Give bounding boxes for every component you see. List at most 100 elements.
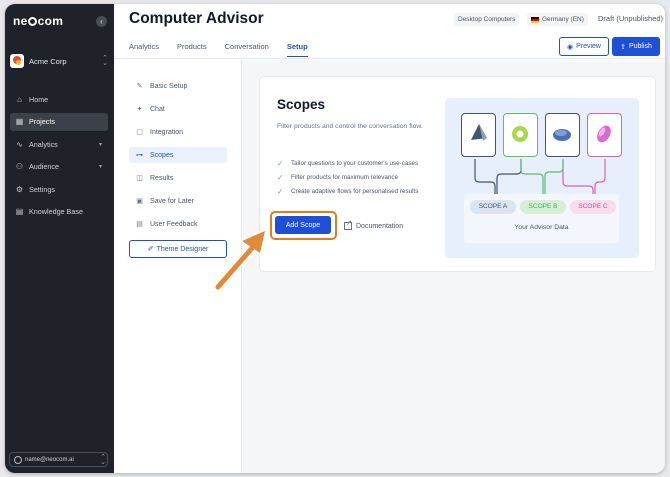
neocom-logo[interactable]: ne com <box>13 14 63 28</box>
subnav-item-label: Scopes <box>150 151 174 159</box>
sidebar-item-settings[interactable]: ⚙ Settings <box>10 180 108 198</box>
sidebar-item-projects[interactable]: ▦ Projects <box>10 112 108 131</box>
product-card-disc <box>545 113 580 157</box>
sidebar-item-label: Settings <box>29 184 55 194</box>
user-email: name@neocom.ai <box>25 456 74 463</box>
org-avatar <box>10 54 24 68</box>
publish-button[interactable]: ⇪ Publish <box>612 37 660 56</box>
sidebar-item-label: Home <box>29 94 49 104</box>
sidebar-item-home[interactable]: ⌂ Home <box>10 90 108 108</box>
subnav-item-results[interactable]: ◫ Results <box>129 170 227 186</box>
main-content: ✎ Basic Setup ✦ Chat ▢ Integration ⊶ Sco… <box>114 60 665 473</box>
tab-products[interactable]: Products <box>177 42 207 57</box>
tab-setup[interactable]: Setup <box>286 42 308 57</box>
language-tag: Germany (EN) <box>527 13 588 26</box>
benefit-text: Create adaptive flows for personalised r… <box>291 188 419 196</box>
benefit-text: Tailor questions to your customer's use-… <box>291 159 419 167</box>
add-scope-highlight: Add Scope <box>270 211 337 240</box>
org-switcher[interactable]: Acme Corp ⌃ ⌄ <box>10 51 109 71</box>
check-icon: ✓ <box>277 187 284 197</box>
updown-chevron-icon: ⌃ ⌄ <box>102 55 108 67</box>
gear-icon: ⚙ <box>15 184 24 194</box>
logo-prefix: ne <box>13 14 28 28</box>
home-icon: ⌂ <box>17 94 22 104</box>
advisor-data-label: Your Advisor Data <box>514 224 569 231</box>
chevron-left-icon: ‹ <box>100 17 103 26</box>
subnav-item-save-for-later[interactable]: ▣ Save for Later <box>129 193 227 209</box>
benefit-item: ✓ Create adaptive flows for personalised… <box>277 187 418 197</box>
scopes-title: Scopes <box>277 97 326 112</box>
project-tabs: Analytics Products Conversation Setup <box>129 42 326 57</box>
app-window: ne com ‹ Acme Corp ⌃ ⌄ ⌂ Home ▦ Projects ∿… <box>5 4 665 473</box>
save-icon: ▣ <box>136 198 143 205</box>
scope-c-pill: SCOPE C <box>570 200 616 214</box>
subnav-item-basic-setup[interactable]: ✎ Basic Setup <box>129 78 227 94</box>
sidebar-item-knowledge-base[interactable]: ▤ Knowledge Base <box>10 203 108 221</box>
benefit-item: ✓ Tailor questions to your customer's us… <box>277 158 418 168</box>
add-scope-button[interactable]: Add Scope <box>275 216 331 234</box>
subnav-item-scopes[interactable]: ⊶ Scopes <box>129 147 227 163</box>
pointer-arrow-icon <box>215 228 267 291</box>
check-icon: ✓ <box>277 172 284 182</box>
projects-icon: ▦ <box>15 117 24 126</box>
chevron-down-icon: ▾ <box>98 164 102 170</box>
subnav-item-user-feedback[interactable]: ▤ User Feedback <box>129 216 227 232</box>
sidebar-item-label: Knowledge Base <box>29 207 83 216</box>
documentation-label: Documentation <box>356 222 404 230</box>
results-icon: ◫ <box>136 175 143 182</box>
upload-icon: ⇪ <box>620 43 626 51</box>
subnav-item-chat[interactable]: ✦ Chat <box>129 101 227 117</box>
sidebar-item-analytics[interactable]: ∿ Analytics ▾ <box>10 135 108 153</box>
gem-shape-icon <box>597 125 611 143</box>
user-menu[interactable]: name@neocom.ai ⌃ ⌄ <box>9 452 108 467</box>
subnav-item-label: Results <box>150 174 174 182</box>
preview-label: Preview <box>576 43 601 50</box>
subnav-item-integration[interactable]: ▢ Integration <box>129 124 227 140</box>
sidebar: ne com ‹ Acme Corp ⌃ ⌄ ⌂ Home ▦ Projects ∿… <box>5 4 114 473</box>
tab-conversation[interactable]: Conversation <box>225 42 269 57</box>
scope-a-pill: SCOPE A <box>470 200 516 214</box>
sidebar-item-label: Audience <box>29 162 59 171</box>
analytics-icon: ∿ <box>16 139 23 149</box>
subnav-item-label: User Feedback <box>150 220 198 228</box>
scopes-card: Scopes Filter products and control the c… <box>259 76 656 272</box>
sidebar-item-label: Analytics <box>29 139 58 149</box>
scopes-illustration: SCOPE A SCOPE B SCOPE C Your Advisor Dat… <box>445 98 639 258</box>
org-name: Acme Corp <box>29 56 67 66</box>
collapse-sidebar-button[interactable]: ‹ <box>96 16 107 27</box>
benefit-text: Filter products for maximum relevance <box>291 173 399 181</box>
language-label: Germany (EN) <box>542 16 584 23</box>
eye-icon: ◉ <box>566 43 574 51</box>
updown-chevron-icon: ⌃ ⌄ <box>100 453 106 466</box>
wrench-icon: ✎ <box>136 83 143 90</box>
user-icon <box>14 455 22 464</box>
product-card-ring <box>503 113 538 157</box>
scopes-description: Filter products and control the conversa… <box>277 123 423 130</box>
sidebar-nav: ⌂ Home ▦ Projects ∿ Analytics ▾ ⚇ Audien… <box>10 90 108 225</box>
tab-analytics[interactable]: Analytics <box>129 42 159 57</box>
publish-label: Publish <box>628 43 652 50</box>
logo-suffix: com <box>37 14 64 28</box>
torus-shape-icon <box>512 126 528 142</box>
feedback-icon: ▤ <box>136 221 143 228</box>
subnav-item-label: Basic Setup <box>150 82 188 90</box>
page-title: Computer Advisor <box>129 10 264 27</box>
preview-button[interactable]: ◉ Preview <box>559 37 609 56</box>
sidebar-item-audience[interactable]: ⚇ Audience ▾ <box>10 158 108 176</box>
product-card-cone <box>461 113 496 157</box>
scopes-icon: ⊶ <box>136 152 143 159</box>
benefit-item: ✓ Filter products for maximum relevance <box>277 172 418 182</box>
chevron-down-icon: ▾ <box>98 141 102 148</box>
theme-designer-button[interactable]: ✐ Theme Designer <box>129 240 227 258</box>
page-header: Computer Advisor Desktop Computers Germa… <box>114 4 665 59</box>
external-link-icon <box>344 219 352 230</box>
book-icon: ▤ <box>15 207 24 216</box>
documentation-link[interactable]: Documentation <box>344 219 404 230</box>
category-tag: Desktop Computers <box>454 13 520 26</box>
audience-icon: ⚇ <box>15 162 24 171</box>
product-card-gem <box>587 113 622 157</box>
subnav-item-label: Save for Later <box>150 197 194 205</box>
scope-b-pill: SCOPE B <box>520 200 566 214</box>
sidebar-item-label: Projects <box>29 117 55 126</box>
theme-designer-label: Theme Designer <box>156 245 209 253</box>
